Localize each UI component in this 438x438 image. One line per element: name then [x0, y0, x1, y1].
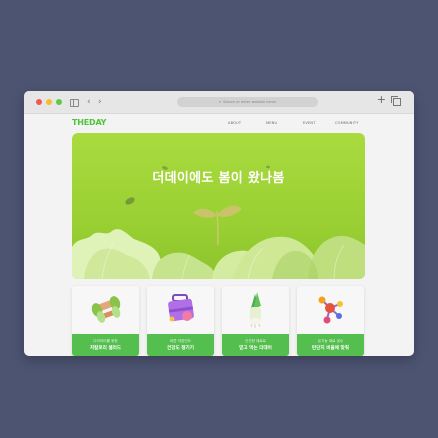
- site-header: THEDAY ABOUT MENU EVENT COMMUNITY: [24, 113, 414, 131]
- tab-overview-icon[interactable]: [391, 96, 401, 106]
- feature-card[interactable]: 신선한 재료로 믿고 먹는 더데이: [222, 286, 289, 356]
- molecule-icon: [318, 296, 343, 324]
- hero-illustration: [72, 165, 365, 279]
- close-window-button[interactable]: [36, 99, 42, 105]
- nav-item-menu[interactable]: MENU: [266, 121, 277, 125]
- nav-item-community[interactable]: COMMUNITY: [335, 121, 359, 125]
- hero-title: 더데이에도 봄이 왔나봄: [152, 171, 285, 186]
- minimize-window-button[interactable]: [46, 99, 52, 105]
- card-banner: 유기농 재료 공수 탄단지 비율에 맞춰: [297, 334, 364, 356]
- leek-icon: [249, 292, 262, 328]
- sidebar-icon[interactable]: [70, 99, 79, 107]
- feature-card[interactable]: 바쁜 직장인도 건강도 챙기기: [147, 286, 214, 356]
- card-title: 탄단지 비율에 맞춰: [311, 346, 349, 351]
- feature-card[interactable]: 다이어터를 위한 저칼로리 샐러드: [72, 286, 139, 356]
- dumbbell-icon: [91, 296, 121, 323]
- browser-toolbar: ‹ › ⌕ Search or enter website name +: [24, 91, 414, 114]
- feature-card[interactable]: 유기농 재료 공수 탄단지 비율에 맞춰: [297, 286, 364, 356]
- nav-item-event[interactable]: EVENT: [303, 121, 316, 125]
- search-icon: ⌕: [218, 99, 222, 104]
- chevron-left-icon[interactable]: ‹: [87, 96, 91, 108]
- card-banner: 다이어터를 위한 저칼로리 샐러드: [72, 334, 139, 356]
- card-subtitle: 신선한 재료로: [245, 339, 266, 343]
- card-thumbnail: [222, 286, 289, 334]
- card-subtitle: 다이어터를 위한: [93, 339, 118, 343]
- card-subtitle: 유기농 재료 공수: [317, 339, 344, 343]
- card-thumbnail: [147, 286, 214, 334]
- card-banner: 신선한 재료로 믿고 먹는 더데이: [222, 334, 289, 356]
- briefcase-icon: [168, 294, 194, 322]
- address-placeholder: Search or enter website name: [223, 100, 277, 104]
- address-bar[interactable]: ⌕ Search or enter website name: [177, 97, 318, 107]
- hero-banner: 더데이에도 봄이 왔나봄: [72, 133, 365, 279]
- card-banner: 바쁜 직장인도 건강도 챙기기: [147, 334, 214, 356]
- nav-item-about[interactable]: ABOUT: [228, 121, 241, 125]
- card-subtitle: 바쁜 직장인도: [170, 339, 191, 343]
- site-logo[interactable]: THEDAY: [72, 118, 106, 127]
- maximize-window-button[interactable]: [56, 99, 62, 105]
- card-thumbnail: [297, 286, 364, 334]
- card-thumbnail: [72, 286, 139, 334]
- feature-cards: 다이어터를 위한 저칼로리 샐러드 바쁜 직장인도 건강도 챙기기 신선한 재료…: [72, 286, 366, 356]
- chevron-right-icon[interactable]: ›: [98, 96, 102, 108]
- new-tab-icon[interactable]: +: [377, 94, 386, 106]
- card-title: 저칼로리 샐러드: [89, 346, 122, 351]
- card-title: 건강도 챙기기: [167, 346, 194, 351]
- browser-window: ‹ › ⌕ Search or enter website name + THED…: [24, 91, 414, 356]
- card-title: 믿고 먹는 더데이: [239, 346, 272, 351]
